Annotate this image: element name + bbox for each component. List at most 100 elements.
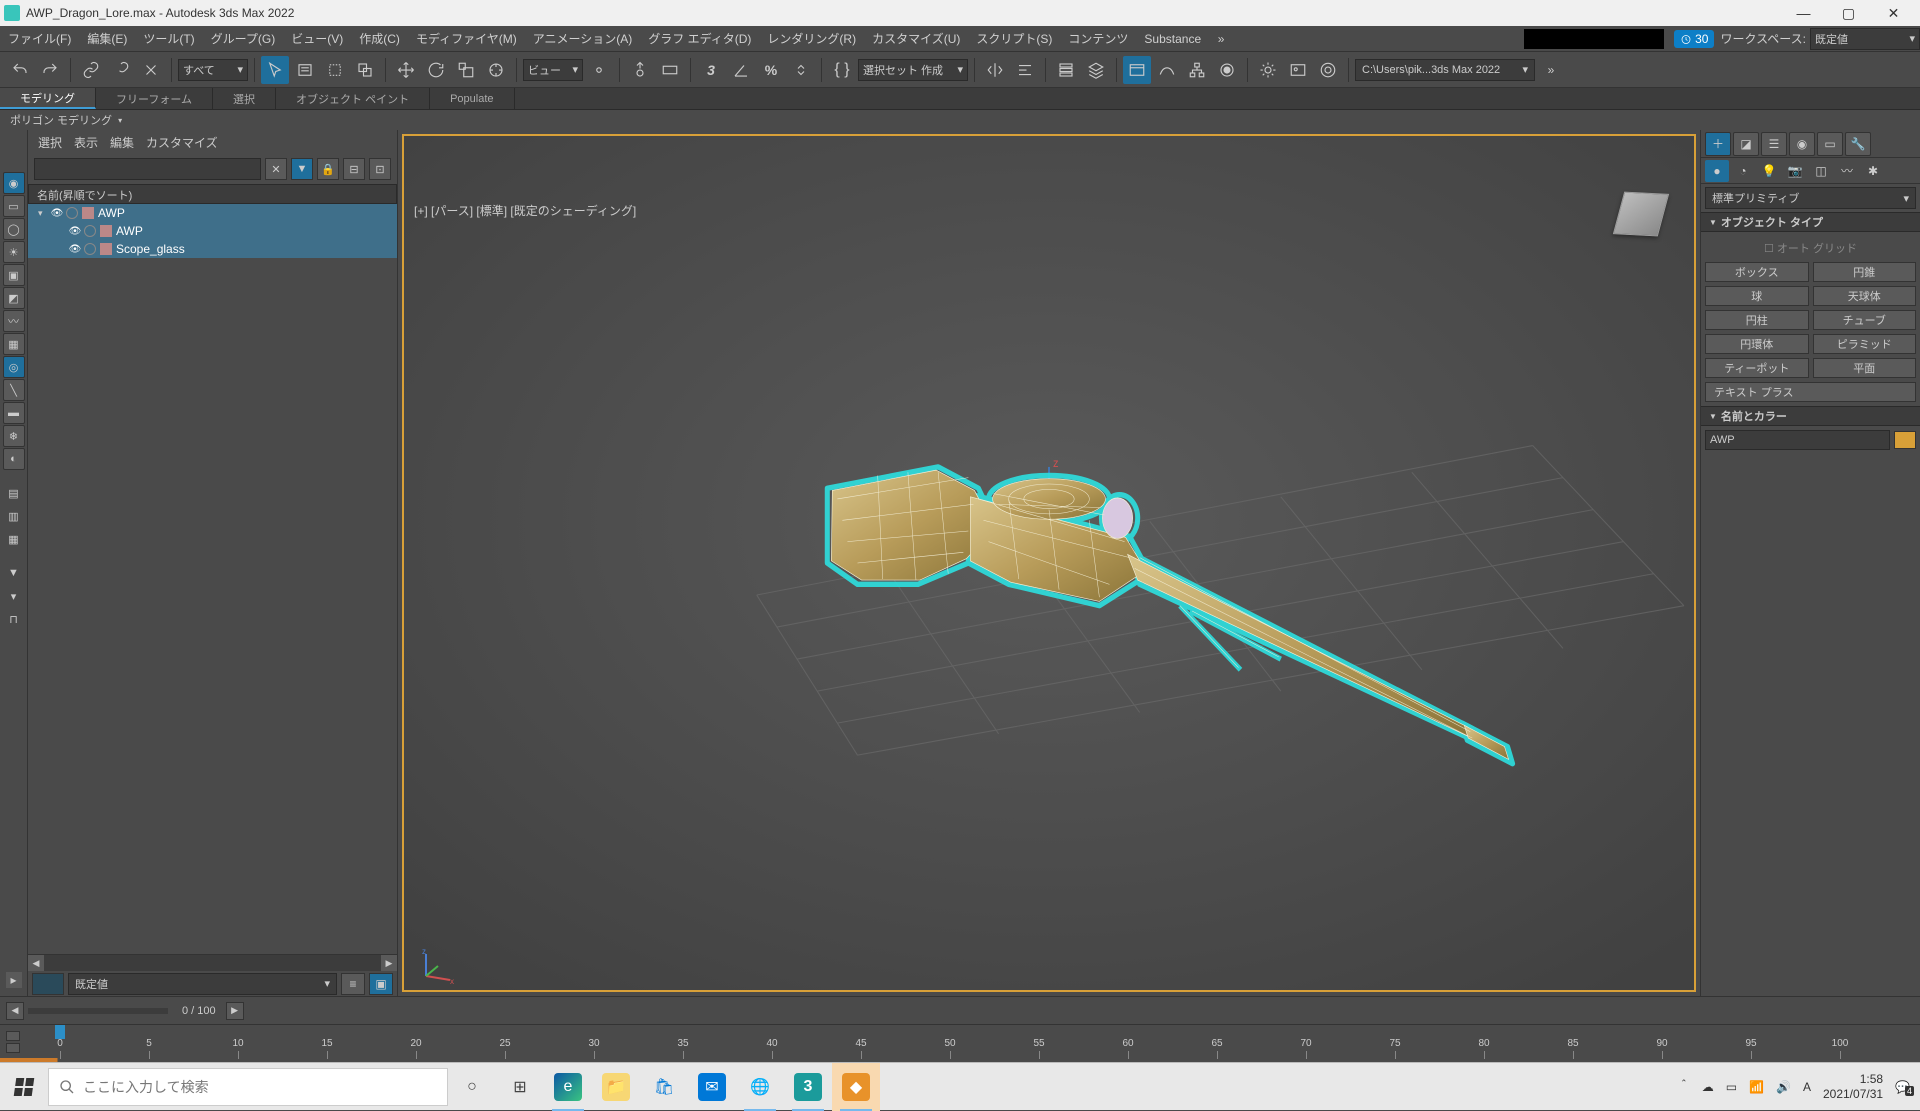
filter-helpers-icon[interactable]: ◩ [3,287,25,309]
motion-tab-icon[interactable]: ◉ [1789,132,1815,156]
display-grid-icon[interactable]: ▦ [3,528,25,550]
filter-sort-icon[interactable]: ▾ [3,585,25,607]
timeline-opt1[interactable] [6,1031,20,1041]
ribbon-tab[interactable]: 選択 [213,88,276,109]
placement-button[interactable] [482,56,510,84]
filter-lights-icon[interactable]: ☀ [3,241,25,263]
menu-item[interactable]: 編集(E) [79,28,135,50]
systems-cat-icon[interactable]: ✱ [1861,160,1885,182]
filter-bone-icon[interactable]: ╲ [3,379,25,401]
taskbar-app[interactable]: ◆ [832,1063,880,1111]
ref-coord-system[interactable]: ビュー▾ [523,59,583,81]
shapes-cat-icon[interactable]: ◔ [1731,160,1755,182]
column-header-name[interactable]: 名前(昇順でソート) [28,184,397,204]
spinner-snap-button[interactable] [787,56,815,84]
utilities-tab-icon[interactable]: 🔧 [1845,132,1871,156]
primitive-button[interactable]: 天球体 [1813,286,1917,306]
primitive-button[interactable]: 平面 [1813,358,1917,378]
primitive-button[interactable]: 円錐 [1813,262,1917,282]
taskbar-mail[interactable]: ✉ [688,1063,736,1111]
filter-containers-icon[interactable]: ▬ [3,402,25,424]
scene-menu-item[interactable]: 選択 [38,134,62,151]
account-box[interactable] [1524,29,1664,49]
render-production-button[interactable] [1314,56,1342,84]
spacewarps-cat-icon[interactable]: 〰 [1835,160,1859,182]
scene-hscrollbar[interactable]: ◀▶ [28,955,397,971]
close-button[interactable]: ✕ [1871,0,1916,26]
select-window-crossing[interactable] [351,56,379,84]
primitive-button[interactable]: チューブ [1813,310,1917,330]
select-by-name-button[interactable] [291,56,319,84]
filter-bracket-icon[interactable]: ⊓ [3,608,25,630]
workspace-select[interactable]: 既定値▾ [1810,28,1920,50]
layer-button-1[interactable]: ≡ [341,973,365,995]
lock-icon[interactable]: 🔒 [317,158,339,180]
clear-search-icon[interactable]: ✕ [265,158,287,180]
maximize-button[interactable]: ▢ [1826,0,1871,26]
autogrid-checkbox[interactable]: オート グリッド [1705,236,1916,262]
edit-selection-set[interactable]: { } [828,56,856,84]
menu-item[interactable]: グループ(G) [203,28,284,50]
rendered-frame-window[interactable] [1284,56,1312,84]
menu-item[interactable]: ファイル(F) [0,28,79,50]
menu-item[interactable]: 作成(C) [351,28,408,50]
time-marker[interactable] [55,1025,65,1039]
layer-explorer-toggle[interactable] [1082,56,1110,84]
menu-item[interactable]: ビュー(V) [283,28,351,50]
tray-volume-icon[interactable]: 🔊 [1776,1080,1791,1094]
menu-item[interactable]: スクリプト(S) [968,28,1060,50]
expand-strip-icon[interactable]: ▸ [6,972,22,988]
menu-item[interactable]: レンダリング(R) [759,28,864,50]
taskbar-edge[interactable]: e [544,1063,592,1111]
rotate-button[interactable] [422,56,450,84]
scene-tree[interactable]: ▾👁AWP👁AWP👁Scope_glass [28,204,397,954]
filter-shapes-icon[interactable]: ◯ [3,218,25,240]
filter-hidden-icon[interactable]: ◐ [3,448,25,470]
tree-row[interactable]: ▾👁AWP [28,204,397,222]
dock-icon[interactable]: ⊡ [369,158,391,180]
filter-xrefs-icon[interactable]: ◎ [3,356,25,378]
menu-item[interactable]: モディファイヤ(M) [408,28,525,50]
mirror-button[interactable] [981,56,1009,84]
task-view-icon[interactable]: ⊞ [496,1063,544,1111]
taskbar-explorer[interactable]: 📁 [592,1063,640,1111]
menu-overflow[interactable]: » [1209,32,1233,46]
link-button[interactable] [77,56,105,84]
taskbar-chrome[interactable]: 🌐 [736,1063,784,1111]
display-vertical-icon[interactable]: ▤ [3,482,25,504]
scene-menu-item[interactable]: カスタマイズ [146,134,218,151]
pin-icon[interactable]: ⊟ [343,158,365,180]
timeline-opt2[interactable] [6,1043,20,1053]
align-button[interactable] [1011,56,1039,84]
minimize-button[interactable]: — [1781,0,1826,26]
object-color-swatch[interactable] [1894,431,1916,449]
percent-snap-button[interactable]: % [757,56,785,84]
filter-cameras-icon[interactable]: ▣ [3,264,25,286]
layer-select[interactable]: 既定値▾ [68,973,337,995]
curve-editor-button[interactable] [1153,56,1181,84]
filter-groups-icon[interactable]: ▦ [3,333,25,355]
primitive-button[interactable]: ティーポット [1705,358,1809,378]
filter-all-icon[interactable]: ◉ [3,172,25,194]
material-editor-button[interactable] [1213,56,1241,84]
render-setup-button[interactable] [1254,56,1282,84]
layer-button-2[interactable]: ▣ [369,973,393,995]
modify-tab-icon[interactable]: ◪ [1733,132,1759,156]
primitive-button[interactable]: ピラミッド [1813,334,1917,354]
selection-filter[interactable]: すべて▾ [178,59,248,81]
select-object-button[interactable] [261,56,289,84]
helpers-cat-icon[interactable]: ◫ [1809,160,1833,182]
scene-search-input[interactable] [34,158,261,180]
cameras-cat-icon[interactable]: 📷 [1783,160,1807,182]
category-select[interactable]: 標準プリミティブ▾ [1705,187,1916,209]
primitive-button[interactable]: 円柱 [1705,310,1809,330]
project-path[interactable]: C:\Users\pik...3ds Max 2022▾ [1355,59,1535,81]
tray-chevron-icon[interactable]: ＾ [1678,1078,1690,1095]
tray-onedrive-icon[interactable]: ☁ [1702,1080,1714,1094]
geometry-cat-icon[interactable]: ● [1705,160,1729,182]
keyboard-shortcut-toggle[interactable] [656,56,684,84]
taskbar-store[interactable]: 🛍 [640,1063,688,1111]
timeline-ruler[interactable]: 0510152025303540455055606570758085909510… [0,1024,1920,1058]
hierarchy-tab-icon[interactable]: ☰ [1761,132,1787,156]
ribbon-tab[interactable]: オブジェクト ペイント [276,88,430,109]
